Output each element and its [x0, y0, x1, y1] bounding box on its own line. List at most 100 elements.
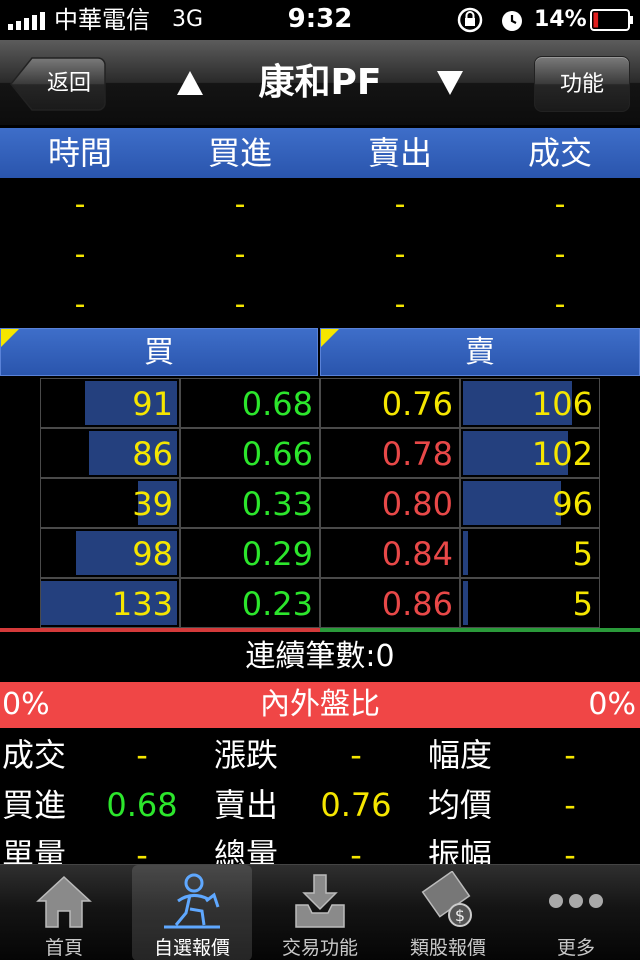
bid-header-label: 買	[144, 335, 174, 370]
ask-qty: 106	[531, 385, 593, 423]
book-row[interactable]: 98 0.29 0.84 5	[40, 528, 600, 578]
tab-home[interactable]: 首頁	[4, 865, 124, 960]
tab-label: 更多	[556, 937, 595, 959]
trade-deal: -	[554, 287, 566, 322]
next-arrow-icon[interactable]	[436, 70, 464, 96]
stat-value: -	[136, 836, 148, 864]
bid-price: 0.33	[241, 485, 313, 523]
status-bar: 中華電信 3G 9:32 14%	[0, 0, 640, 40]
tab-label: 交易功能	[281, 937, 358, 959]
trade-deal: -	[554, 187, 566, 222]
bid-qty-cell: 86	[40, 428, 180, 478]
trade-bid: -	[234, 237, 246, 272]
book-row[interactable]: 133 0.23 0.86 5	[40, 578, 600, 628]
ask-qty: 102	[531, 435, 593, 473]
header-time: 時間	[47, 134, 112, 172]
bid-price: 0.29	[241, 535, 313, 573]
battery-icon	[590, 9, 633, 31]
in-out-ratio-bar: 內外盤比 0% 0%	[0, 682, 640, 728]
bid-qty: 133	[111, 585, 173, 623]
bid-divider	[0, 628, 320, 632]
stat-value: -	[564, 786, 576, 824]
tab-more[interactable]: 更多	[516, 865, 636, 960]
stat-value: -	[564, 836, 576, 864]
book-row[interactable]: 39 0.33 0.80 96	[40, 478, 600, 528]
ask-volume-bar	[463, 481, 561, 525]
function-button[interactable]: 功能	[534, 56, 630, 112]
carrier-name: 中華電信	[54, 6, 150, 34]
bid-price: 0.68	[241, 385, 313, 423]
previous-arrow-icon[interactable]	[176, 70, 204, 96]
stat-label: 總量	[214, 836, 279, 864]
download-tray-icon	[295, 874, 345, 928]
corner-marker-icon	[321, 329, 339, 347]
ratio-label: 內外盤比	[260, 687, 380, 722]
header-bid: 買進	[207, 134, 272, 172]
bid-qty: 39	[132, 485, 173, 523]
ask-qty: 5	[572, 535, 593, 573]
more-dots-icon	[549, 894, 603, 908]
ask-price: 0.78	[381, 435, 453, 473]
tab-sector-quotes[interactable]: $ 類股報價	[388, 865, 508, 960]
stats-row: 成交 - 漲跌 - 幅度 -	[0, 730, 640, 780]
stat-label: 幅度	[428, 736, 493, 774]
back-button[interactable]: 返回	[10, 56, 106, 112]
tab-bar: 首頁 自選報價 交易功能 $ 類股報價 更多	[0, 864, 640, 960]
rotation-lock-icon	[457, 7, 483, 33]
tab-watchlist[interactable]: 自選報價	[132, 865, 252, 960]
signal-strength-icon	[8, 12, 45, 30]
tab-trading[interactable]: 交易功能	[260, 865, 380, 960]
stat-label: 振幅	[428, 836, 493, 864]
battery-percent: 14%	[534, 7, 587, 32]
header-ask: 賣出	[367, 134, 432, 172]
ask-qty-cell: 106	[460, 378, 600, 428]
ask-price-cell: 0.86	[320, 578, 460, 628]
home-icon	[36, 875, 92, 928]
bid-qty: 91	[132, 385, 173, 423]
trade-row: - - - -	[0, 180, 640, 230]
ask-price-cell: 0.78	[320, 428, 460, 478]
book-row[interactable]: 86 0.66 0.78 102	[40, 428, 600, 478]
book-row[interactable]: 91 0.68 0.76 106	[40, 378, 600, 428]
trade-row: - - - -	[0, 230, 640, 280]
stat-value: -	[136, 736, 148, 774]
bid-price-cell: 0.29	[180, 528, 320, 578]
bid-price-cell: 0.68	[180, 378, 320, 428]
page-title: 康和PF	[258, 62, 382, 103]
ask-qty: 96	[552, 485, 593, 523]
stat-value: 0.76	[320, 786, 392, 824]
ask-price: 0.76	[381, 385, 453, 423]
trade-ask: -	[394, 237, 406, 272]
ask-header[interactable]: 賣	[320, 328, 640, 376]
alarm-clock-icon	[502, 11, 522, 31]
ratio-right-percent: 0%	[588, 687, 636, 722]
bid-qty-cell: 91	[40, 378, 180, 428]
bid-price: 0.66	[241, 435, 313, 473]
ask-price-cell: 0.76	[320, 378, 460, 428]
corner-marker-icon	[1, 329, 19, 347]
stat-label: 均價	[428, 786, 493, 824]
ask-price-cell: 0.84	[320, 528, 460, 578]
bid-qty-cell: 39	[40, 478, 180, 528]
header-deal: 成交	[527, 134, 592, 172]
ask-price: 0.86	[381, 585, 453, 623]
quote-stats: 成交 - 漲跌 - 幅度 - 買進 0.68 賣出 0.76 均價 - 單量 - 總量 - 振幅 -	[0, 730, 640, 864]
bid-qty-cell: 133	[40, 578, 180, 628]
bid-price-cell: 0.66	[180, 428, 320, 478]
nav-bar: 返回 康和PF 功能	[0, 40, 640, 126]
bid-header[interactable]: 買	[0, 328, 318, 376]
stat-label: 漲跌	[214, 736, 279, 774]
ask-qty-cell: 5	[460, 528, 600, 578]
stat-value: -	[350, 836, 362, 864]
trade-deal: -	[554, 237, 566, 272]
trade-ask: -	[394, 187, 406, 222]
film-dollar-icon: $	[421, 871, 472, 927]
ask-qty-cell: 102	[460, 428, 600, 478]
trade-time: -	[74, 237, 86, 272]
trades-list: - - - - - - - - - - - -	[0, 180, 640, 330]
ratio-left-percent: 0%	[2, 687, 50, 722]
svg-text:$: $	[455, 906, 465, 925]
stat-label: 賣出	[214, 786, 279, 824]
bid-price-cell: 0.23	[180, 578, 320, 628]
ask-price: 0.84	[381, 535, 453, 573]
